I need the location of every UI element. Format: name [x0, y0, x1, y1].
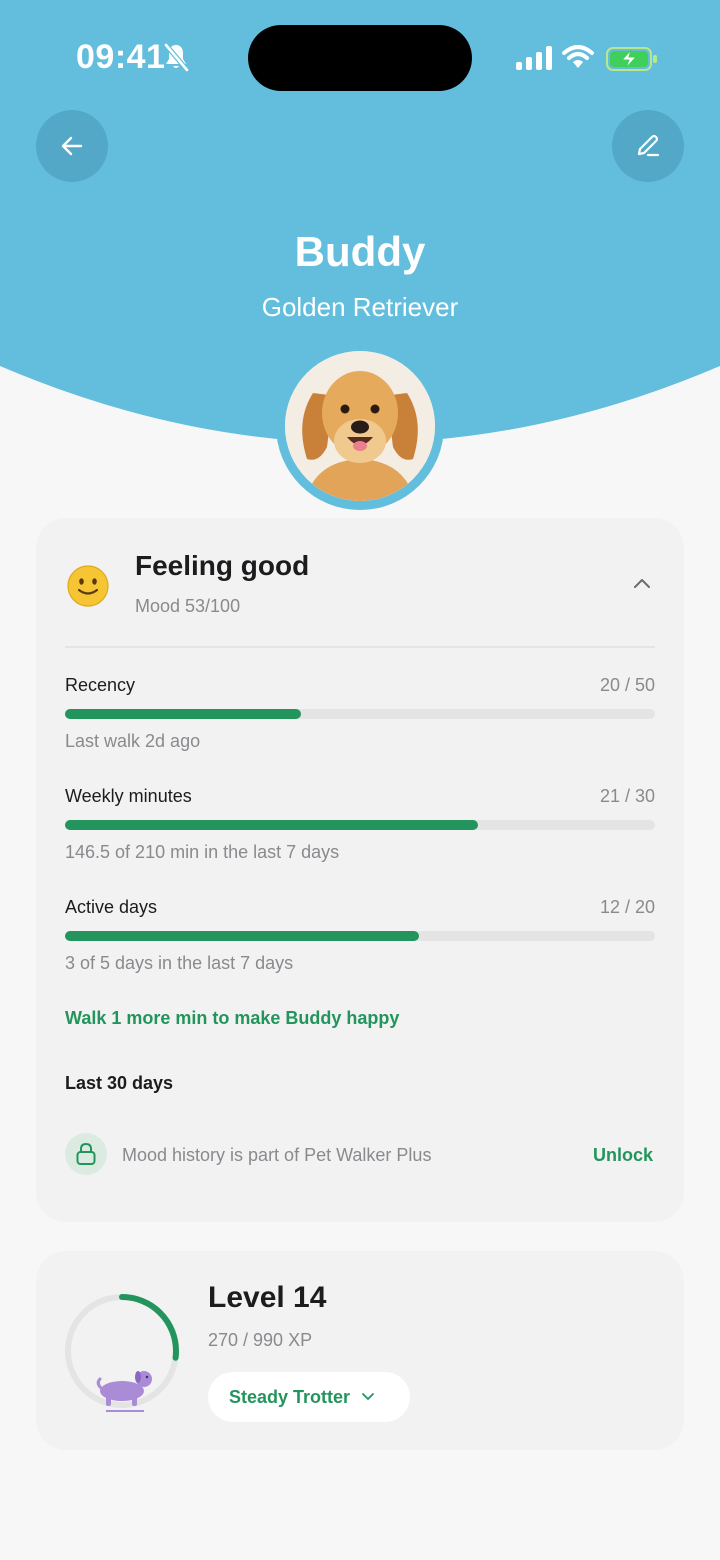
chevron-down-icon	[362, 1393, 374, 1400]
chevron-up-icon[interactable]	[632, 576, 652, 595]
badge-label: Steady Trotter	[229, 1386, 351, 1407]
lock-badge	[65, 1133, 107, 1175]
arrow-left-icon	[61, 136, 83, 156]
battery-charging-icon	[606, 46, 658, 77]
pet-breed: Golden Retriever	[261, 292, 459, 322]
lock-icon	[76, 1142, 96, 1165]
history-title: Last 30 days	[65, 1073, 174, 1093]
metric-label: Recency	[65, 675, 136, 695]
metric-score: 12 / 20	[599, 897, 655, 917]
metric-weekly-minutes: Weekly minutes 21 / 30 146.5 of 210 min …	[65, 786, 655, 863]
status-time: 09:41	[76, 38, 166, 76]
mood-title: Feeling good	[135, 550, 310, 581]
locked-history-text: Mood history is part of Pet Walker Plus	[122, 1145, 432, 1165]
level-progress-ring	[64, 1293, 184, 1418]
pencil-icon	[637, 134, 660, 157]
progress-bar-fill	[65, 820, 478, 830]
smiling-face-icon	[66, 564, 110, 613]
progress-bar-fill	[65, 709, 301, 719]
badge-dropdown-button[interactable]: Steady Trotter	[208, 1372, 410, 1422]
metric-score: 20 / 50	[599, 675, 655, 695]
metric-note: 3 of 5 days in the last 7 days	[65, 953, 294, 973]
metric-note: 146.5 of 210 min in the last 7 days	[65, 842, 340, 862]
dynamic-island	[248, 25, 472, 91]
progress-bar-fill	[65, 931, 419, 941]
status-bar: 09:41	[0, 0, 720, 116]
metric-label: Weekly minutes	[65, 786, 192, 806]
progress-bar	[65, 709, 655, 719]
level-xp: 270 / 990 XP	[208, 1330, 313, 1350]
progress-bar	[65, 820, 655, 830]
mood-card: Feeling good Mood 53/100 Recency 20 / 50…	[36, 518, 684, 1222]
metric-recency: Recency 20 / 50 Last walk 2d ago	[65, 675, 655, 752]
metric-note: Last walk 2d ago	[65, 731, 201, 751]
level-title: Level 14	[208, 1281, 327, 1314]
unlock-button[interactable]: Unlock	[593, 1145, 653, 1166]
wifi-icon	[562, 44, 594, 75]
pet-photo	[285, 351, 435, 501]
pet-avatar[interactable]	[276, 342, 444, 510]
mood-score: Mood 53/100	[135, 596, 241, 616]
walk-hint-link[interactable]: Walk 1 more min to make Buddy happy	[65, 1008, 399, 1029]
progress-bar	[65, 931, 655, 941]
metric-score: 21 / 30	[599, 786, 655, 806]
level-card: Level 14 270 / 990 XP Steady Trotter	[36, 1251, 684, 1450]
pet-name: Buddy	[294, 228, 426, 275]
metric-active-days: Active days 12 / 20 3 of 5 days in the l…	[65, 897, 655, 974]
back-button[interactable]	[36, 110, 108, 182]
divider	[65, 646, 655, 648]
metric-label: Active days	[65, 897, 158, 917]
edit-button[interactable]	[612, 110, 684, 182]
cellular-signal-icon	[516, 46, 552, 75]
silent-bell-icon	[162, 42, 190, 77]
